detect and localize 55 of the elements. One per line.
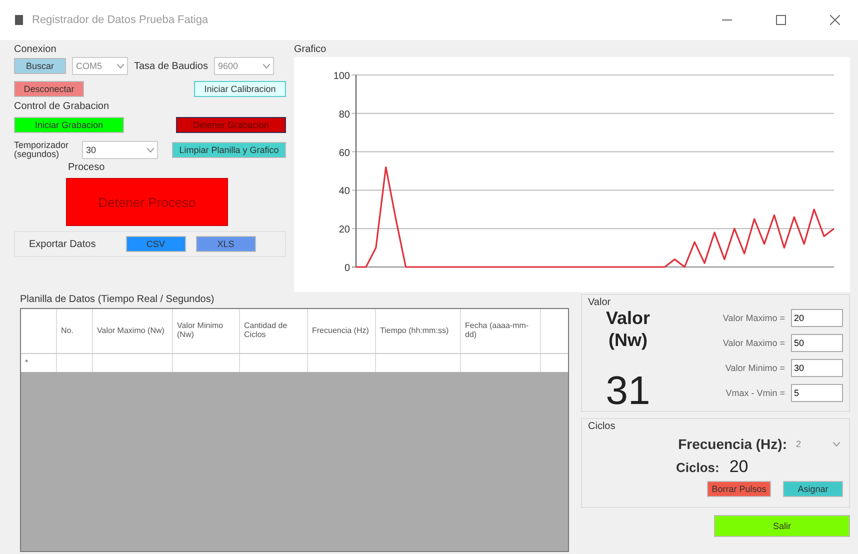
value-field[interactable]: 5 <box>791 384 843 402</box>
search-button[interactable]: Buscar <box>14 58 66 74</box>
chevron-down-icon <box>262 64 270 68</box>
value-field[interactable]: 20 <box>791 309 843 327</box>
column-header[interactable]: Tiempo (hh:mm:ss) <box>376 309 461 353</box>
group-label: Conexion <box>14 44 58 55</box>
cycles-label: Ciclos: <box>676 460 720 474</box>
field-label: Valor Minimo = <box>725 363 785 373</box>
group-label: Ciclos <box>588 421 616 432</box>
group-label: Control de Grabacion <box>14 101 110 112</box>
column-header[interactable]: Valor Maximo (Nw) <box>93 309 173 353</box>
chevron-down-icon <box>117 64 124 68</box>
field-label: Valor Maximo = <box>722 338 785 348</box>
frequency-label: Frecuencia (Hz): <box>678 436 787 452</box>
column-header[interactable]: Frecuencia (Hz) <box>308 309 376 353</box>
field-label: Valor Maximo = <box>722 313 785 323</box>
value-field[interactable]: 30 <box>791 359 843 377</box>
calibrate-button[interactable]: Iniciar Calibracion <box>194 81 286 97</box>
chevron-down-icon <box>833 442 840 446</box>
export-button[interactable]: CSV <box>126 236 186 252</box>
value-field[interactable]: 50 <box>791 334 843 352</box>
group-label: Planilla de Datos (Tiempo Real / Segundos) <box>20 294 216 305</box>
app-icon <box>14 14 24 26</box>
y-tick-label: 40 <box>338 186 350 198</box>
y-tick-label: 100 <box>333 71 350 82</box>
disconnect-button[interactable]: Desconectar <box>14 81 84 97</box>
cycles-count: 20 <box>729 457 748 477</box>
exit-button[interactable]: Salir <box>714 515 850 537</box>
start-recording-button[interactable]: Iniciar Grabacion <box>14 117 124 133</box>
value-heading: Valor (Nw) <box>604 308 652 352</box>
column-header[interactable]: Cantidad de Ciclos <box>240 309 308 353</box>
port-dropdown[interactable]: COM5 <box>72 57 128 75</box>
assign-button[interactable]: Asignar <box>783 481 843 497</box>
group-label: Valor <box>588 297 612 308</box>
window-title: Registrador de Datos Prueba Fatiga <box>32 14 210 26</box>
clear-button[interactable]: Limpiar Planilla y Grafico <box>172 142 286 158</box>
value-reading: 31 <box>606 369 650 414</box>
column-header[interactable]: Valor Minimo (Nw) <box>173 309 240 353</box>
y-tick-label: 60 <box>338 148 350 159</box>
chevron-down-icon <box>147 148 154 152</box>
timer-label: Temporizador (segundos) <box>14 141 70 159</box>
column-header[interactable]: Fecha (aaaa-mm-dd) <box>461 309 541 353</box>
field-label: Vmax - Vmin = <box>726 388 785 398</box>
y-tick-label: 20 <box>338 224 350 236</box>
timer-dropdown[interactable]: 30 <box>82 141 158 159</box>
column-header[interactable]: No. <box>57 309 93 353</box>
y-tick-label: 0 <box>344 263 350 274</box>
y-tick-label: 80 <box>338 109 350 120</box>
group-label: Exportar Datos <box>29 238 96 250</box>
baud-label: Tasa de Baudios <box>134 60 208 72</box>
export-button[interactable]: XLS <box>196 236 256 252</box>
group-label: Grafico <box>294 44 328 55</box>
clear-pulses-button[interactable]: Borrar Pulsos <box>707 481 771 497</box>
baud-dropdown[interactable]: 9600 <box>214 57 274 75</box>
group-label: Proceso <box>67 162 106 173</box>
